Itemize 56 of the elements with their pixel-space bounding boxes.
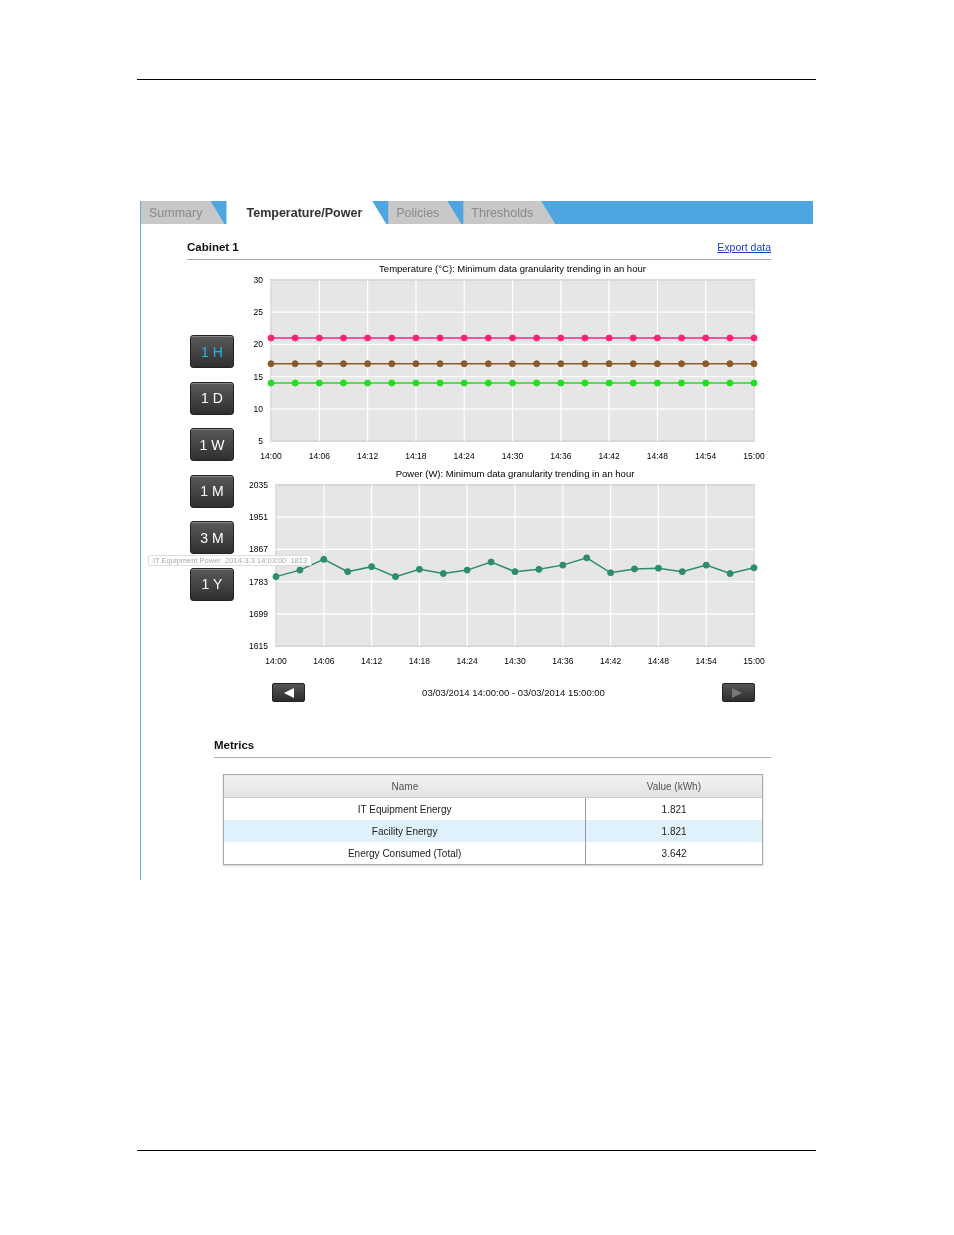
axis-label: 14:42 [598,451,620,461]
table-cell: Facility Energy [223,820,586,842]
axis-label: 14:36 [552,656,574,666]
axis-label: 14:48 [646,451,669,461]
table-cell: 3.642 [585,842,763,865]
axis-label: 1951 [249,512,268,523]
table-row[interactable]: Facility Energy 1.821 [223,820,763,842]
axis-label: 1615 [249,641,268,651]
column-header: Value (kWh) [585,774,763,798]
axis-label: 14:00 [260,451,282,461]
chart-title: Temperature (°C): Minimum data granularity trending in an hour [379,263,646,274]
axis-label: 1867 [249,544,268,555]
axis-label: 30 [253,275,263,285]
date-range: 03/03/2014 14:00:00 - 03/03/2014 15:00:00 [422,687,605,698]
axis-label: 14:12 [356,451,379,461]
range-button[interactable]: 1 W [190,428,234,461]
table-cell: IT Equipment Energy [223,797,586,820]
range-button[interactable]: 3 M [190,521,234,554]
axis-label: 14:54 [695,656,717,666]
axis-label: 14:24 [453,451,475,461]
axis-label: 14:00 [265,656,287,666]
axis-label: 15:00 [743,656,765,666]
axis-label: 1699 [249,608,268,619]
range-button[interactable]: 1 M [190,474,234,508]
axis-label: 14:30 [501,451,524,461]
axis-label: 5 [258,436,263,446]
axis-label: 20 [253,339,263,350]
column-header: Name [223,774,586,798]
axis-label: 14:30 [504,656,526,666]
axis-label: 15 [253,371,263,382]
axis-label: 2035 [249,480,268,490]
export-link[interactable]: Export data [717,241,771,253]
chart-title: Power (W): Minimum data granularity trending in an hour [395,468,635,479]
table-cell: 1.821 [585,820,763,842]
section-title: Metrics [214,739,255,751]
panel-title: Cabinet 1 [187,241,239,253]
table-cell: Energy Consumed (Total) [223,842,586,865]
axis-label: 25 [253,307,263,318]
range-button[interactable]: 1 H [190,335,234,368]
axis-label: 14:06 [308,451,330,461]
axis-label: 15:00 [743,451,765,461]
range-button[interactable]: 1 Y [190,567,234,601]
axis-label: 14:18 [405,451,427,461]
range-button[interactable]: 1 D [190,381,234,415]
table-row[interactable]: Energy Consumed (Total) 3.642 [223,842,763,865]
tab[interactable]: Temperature/Power [226,201,387,224]
axis-label: 14:42 [599,656,622,666]
axis-label: 14:24 [456,656,478,666]
axis-label: 10 [253,403,263,414]
axis-label: 14:18 [408,656,431,666]
axis-label: 14:06 [313,656,335,666]
axis-label: 1783 [249,576,268,587]
axis-label: 14:12 [360,656,383,666]
axis-label: 14:48 [647,656,670,666]
axis-label: 14:36 [550,451,572,461]
axis-label: 14:54 [695,451,717,461]
